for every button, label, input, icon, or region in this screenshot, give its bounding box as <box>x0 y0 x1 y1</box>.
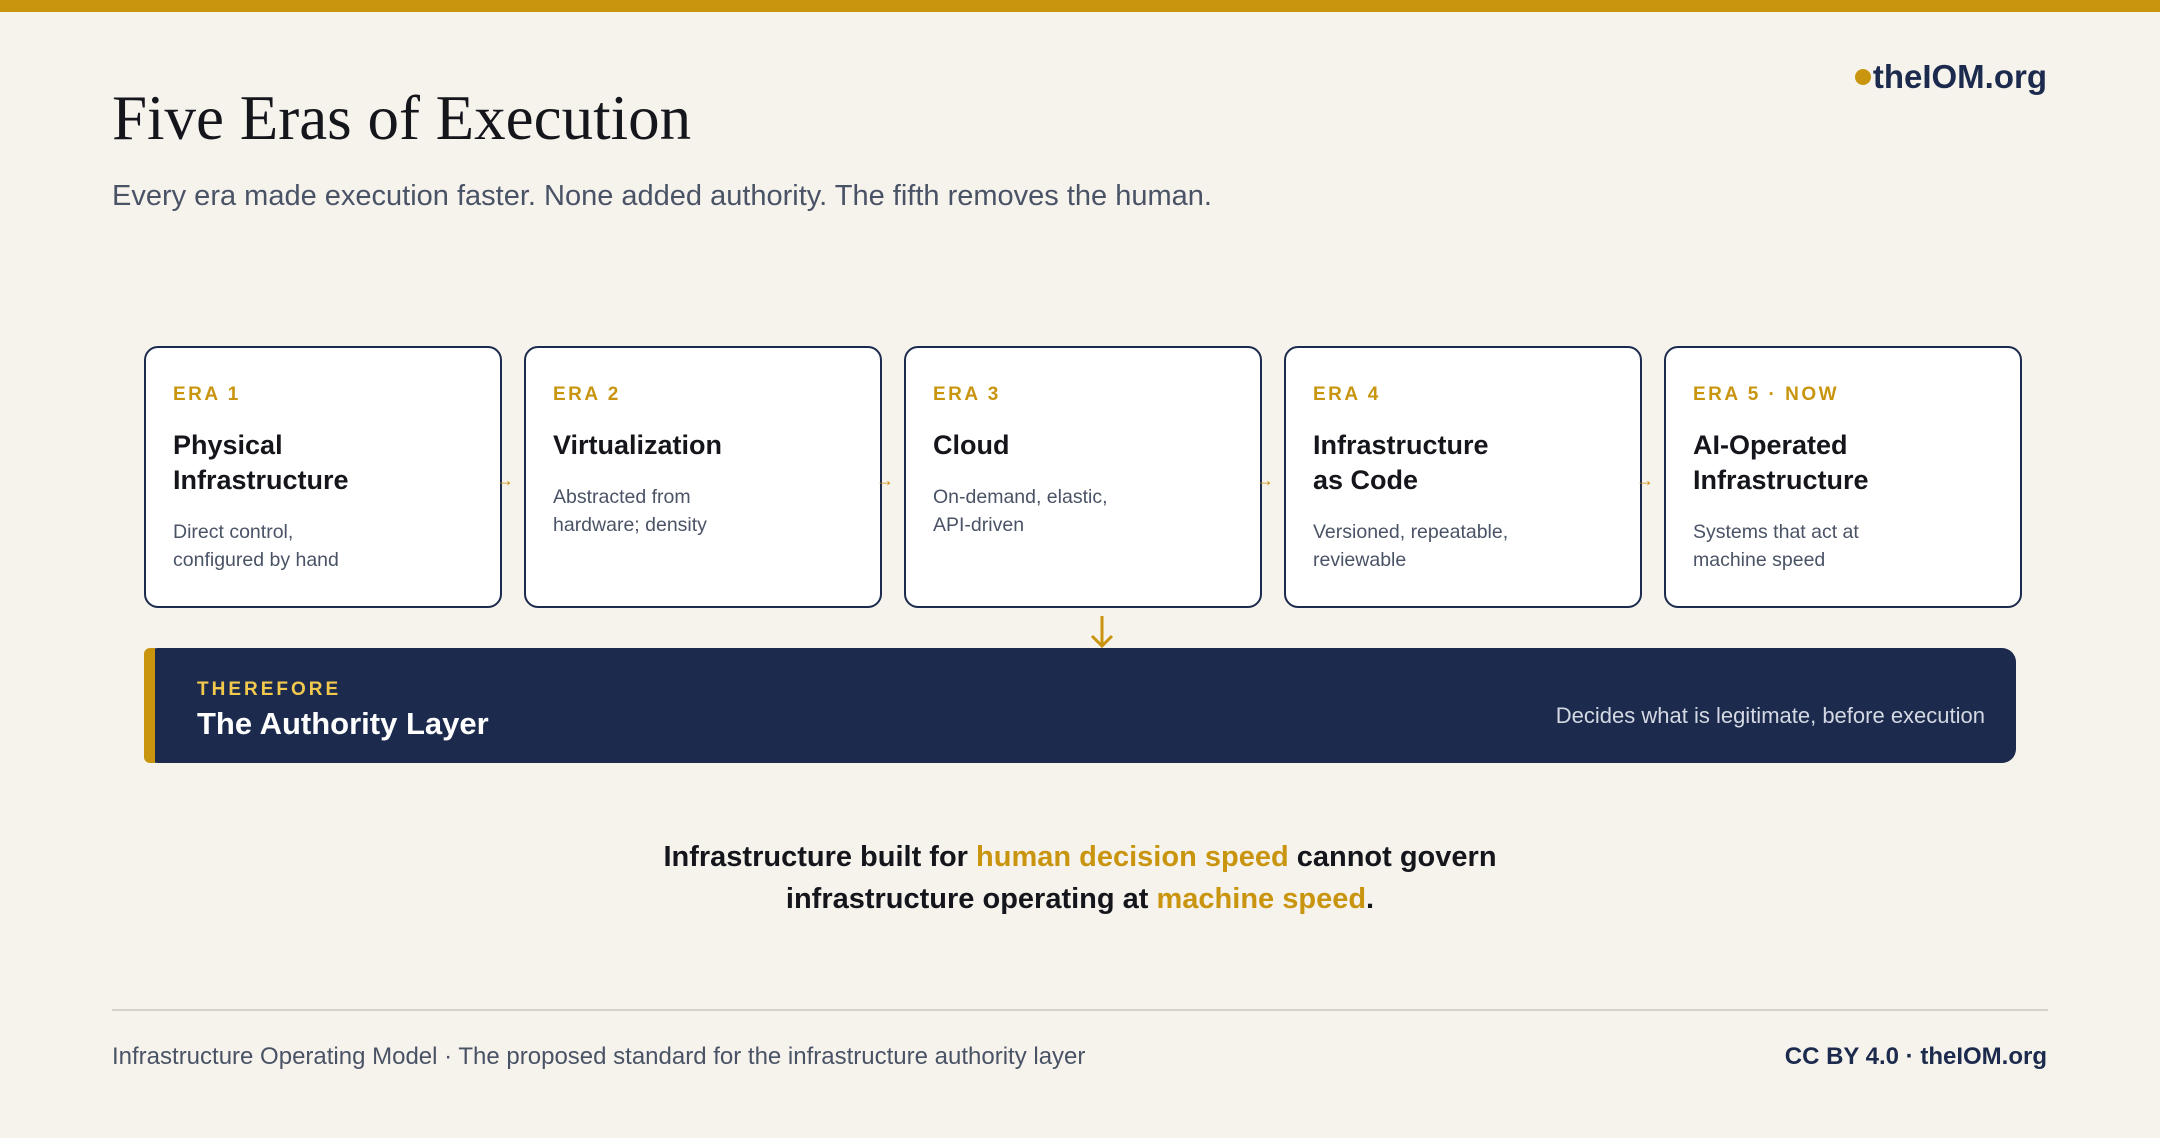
arrow-right-icon: → <box>496 470 514 490</box>
brand-logo[interactable]: theIOM.org <box>1854 58 2047 96</box>
era-description: Direct control, configured by hand <box>173 521 339 571</box>
era-card-1: ERA 1 Physical Infrastructure Direct con… <box>144 346 502 608</box>
era-label: ERA 3 <box>933 384 1001 405</box>
era-name: Cloud <box>933 430 1010 460</box>
banner-title: The Authority Layer <box>197 706 489 741</box>
footer-caption: Infrastructure Operating Model · The pro… <box>112 1043 1086 1070</box>
arrow-right-icon: → <box>1636 470 1654 490</box>
conclusion-statement: Infrastructure built for human decision … <box>0 836 2160 920</box>
footer-divider <box>112 1009 2048 1011</box>
era-description: Abstracted from hardware; density <box>553 486 707 536</box>
highlight-machine-speed: machine speed <box>1156 883 1367 915</box>
conclusion-text: cannot govern <box>1288 841 1497 873</box>
arrow-down-icon <box>1090 616 1114 649</box>
era-description: Versioned, repeatable, reviewable <box>1313 521 1509 571</box>
highlight-human-speed: human decision speed <box>976 841 1289 873</box>
logo-dot-icon <box>1854 69 1871 85</box>
conclusion-line-2: infrastructure operating at machine spee… <box>0 878 2160 920</box>
banner-description: Decides what is legitimate, before execu… <box>1555 703 1985 728</box>
era-name: Physical Infrastructure <box>173 430 349 495</box>
page-title: Five Eras of Execution <box>112 83 692 153</box>
era-name: AI-Operated Infrastructure <box>1693 430 1869 495</box>
era-name: Infrastructure as Code <box>1313 430 1489 495</box>
arrow-right-icon: → <box>1256 470 1274 490</box>
era-label: ERA 5 · NOW <box>1693 384 1840 405</box>
era-label: ERA 4 <box>1313 384 1381 405</box>
era-description: On-demand, elastic, API-driven <box>933 486 1108 536</box>
era-name: Virtualization <box>553 430 723 460</box>
era-label: ERA 2 <box>553 384 621 405</box>
era-description: Systems that act at machine speed <box>1693 521 1859 571</box>
conclusion-text: . <box>1366 883 1375 915</box>
banner-accent-bar <box>144 648 155 763</box>
conclusion-text: Infrastructure built for <box>663 841 977 873</box>
era-card-3: ERA 3 Cloud On-demand, elastic, API-driv… <box>904 346 1262 608</box>
banner-kicker: THEREFORE <box>197 679 342 700</box>
conclusion-line-1: Infrastructure built for human decision … <box>0 836 2160 878</box>
arrow-right-icon: → <box>876 470 894 490</box>
authority-layer-banner: THEREFORE The Authority Layer Decides wh… <box>144 648 2016 763</box>
footer-license-link[interactable]: CC BY 4.0 · theIOM.org <box>1785 1043 2047 1071</box>
conclusion-text: infrastructure operating at <box>785 883 1157 915</box>
era-card-5: ERA 5 · NOW AI-Operated Infrastructure S… <box>1664 346 2022 608</box>
logo-text: theIOM.org <box>1872 58 2047 95</box>
top-accent-bar <box>0 0 2160 12</box>
page-subtitle: Every era made execution faster. None ad… <box>112 180 1212 212</box>
era-card-4: ERA 4 Infrastructure as Code Versioned, … <box>1284 346 1642 608</box>
era-card-2: ERA 2 Virtualization Abstracted from har… <box>524 346 882 608</box>
era-label: ERA 1 <box>173 384 241 405</box>
